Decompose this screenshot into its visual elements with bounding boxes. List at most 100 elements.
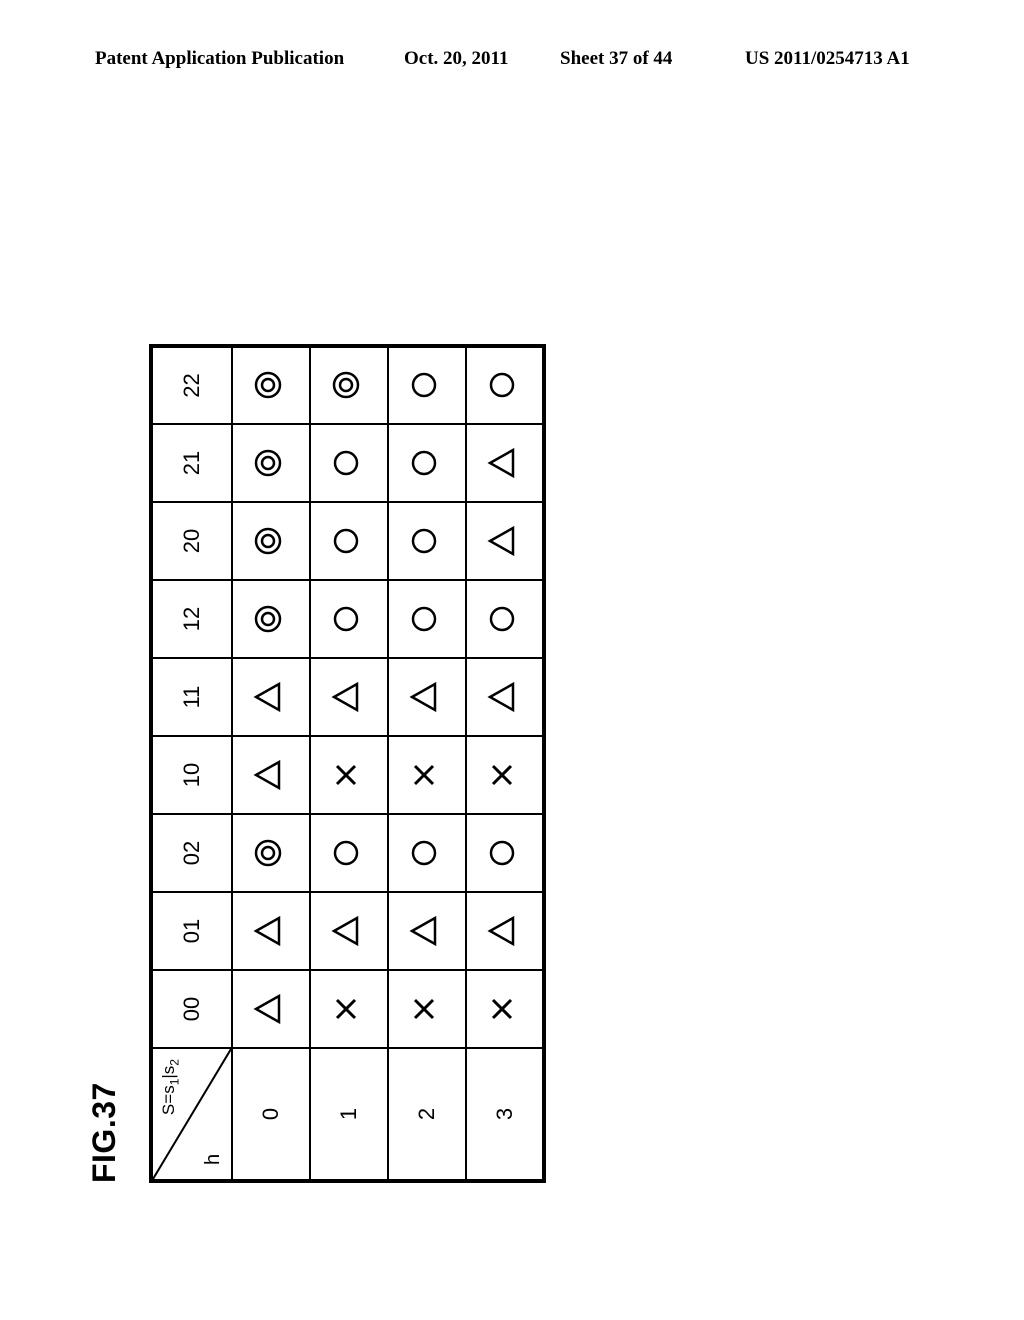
cell [310,814,388,892]
cell [388,658,466,736]
circle-icon [486,603,518,635]
cross-icon [486,759,518,791]
triangle-icon [330,681,362,713]
cell [466,502,544,580]
cell [388,736,466,814]
corner-s-label: S=s1|s2 [159,1059,181,1115]
cell [388,502,466,580]
cell [466,970,544,1048]
row-header: 0 [232,1048,310,1181]
cell [232,814,310,892]
cell [388,892,466,970]
cell [310,580,388,658]
col-header: 11 [151,658,232,736]
cell [310,892,388,970]
circle-icon [408,370,440,402]
cell [466,658,544,736]
circle-icon [408,447,440,479]
row-header: 1 [310,1048,388,1181]
header-date: Oct. 20, 2011 [404,48,509,70]
corner-h-label: h [202,1154,225,1165]
circle-icon [330,603,362,635]
double-circle-icon [252,525,284,557]
cell [310,346,388,424]
triangle-icon [252,759,284,791]
cell [466,892,544,970]
cross-icon [408,993,440,1025]
row-header: 3 [466,1048,544,1181]
triangle-icon [486,915,518,947]
cell [232,346,310,424]
triangle-icon [408,915,440,947]
cell [388,970,466,1048]
circle-icon [330,447,362,479]
cell [388,580,466,658]
cell [232,502,310,580]
col-header: 01 [151,892,232,970]
triangle-icon [252,681,284,713]
col-header: 21 [151,424,232,502]
figure-table: S=s1|s2 h 00 01 02 10 11 12 20 21 22 0 [149,344,546,1183]
header-publication: Patent Application Publication [95,48,344,70]
col-header: 00 [151,970,232,1048]
triangle-icon [486,525,518,557]
header-pubno: US 2011/0254713 A1 [745,48,910,70]
table-row: 1 [310,346,388,1181]
table-row: 2 [388,346,466,1181]
circle-icon [408,603,440,635]
double-circle-icon [252,370,284,402]
figure-37: FIG.37 S=s1|s2 h 00 01 02 10 11 12 20 21… [86,344,546,1183]
cell [232,736,310,814]
triangle-icon [486,447,518,479]
cell [232,658,310,736]
triangle-icon [330,915,362,947]
col-header: 22 [151,346,232,424]
double-circle-icon [252,447,284,479]
cell [310,658,388,736]
cell [232,580,310,658]
double-circle-icon [330,370,362,402]
header-sheet: Sheet 37 of 44 [560,48,672,70]
circle-icon [330,525,362,557]
table-row: 0 [232,346,310,1181]
cell [232,970,310,1048]
circle-icon [408,837,440,869]
triangle-icon [252,993,284,1025]
circle-icon [486,370,518,402]
circle-icon [486,837,518,869]
triangle-icon [408,681,440,713]
circle-icon [408,525,440,557]
col-header: 12 [151,580,232,658]
table-header-row: S=s1|s2 h 00 01 02 10 11 12 20 21 22 [151,346,232,1181]
cross-icon [330,993,362,1025]
col-header: 20 [151,502,232,580]
triangle-icon [252,915,284,947]
table-corner-cell: S=s1|s2 h [151,1048,232,1181]
triangle-icon [486,681,518,713]
cell [466,424,544,502]
table-row: 3 [466,346,544,1181]
cross-icon [408,759,440,791]
double-circle-icon [252,837,284,869]
cell [310,736,388,814]
cell [466,346,544,424]
double-circle-icon [252,603,284,635]
cell [232,424,310,502]
cell [388,424,466,502]
col-header: 10 [151,736,232,814]
row-header: 2 [388,1048,466,1181]
figure-label: FIG.37 [86,344,123,1183]
cell [388,346,466,424]
cell [232,892,310,970]
cross-icon [330,759,362,791]
col-header: 02 [151,814,232,892]
cell [310,502,388,580]
cell [466,580,544,658]
cell [466,736,544,814]
cell [310,424,388,502]
cell [388,814,466,892]
cross-icon [486,993,518,1025]
circle-icon [330,837,362,869]
cell [310,970,388,1048]
cell [466,814,544,892]
